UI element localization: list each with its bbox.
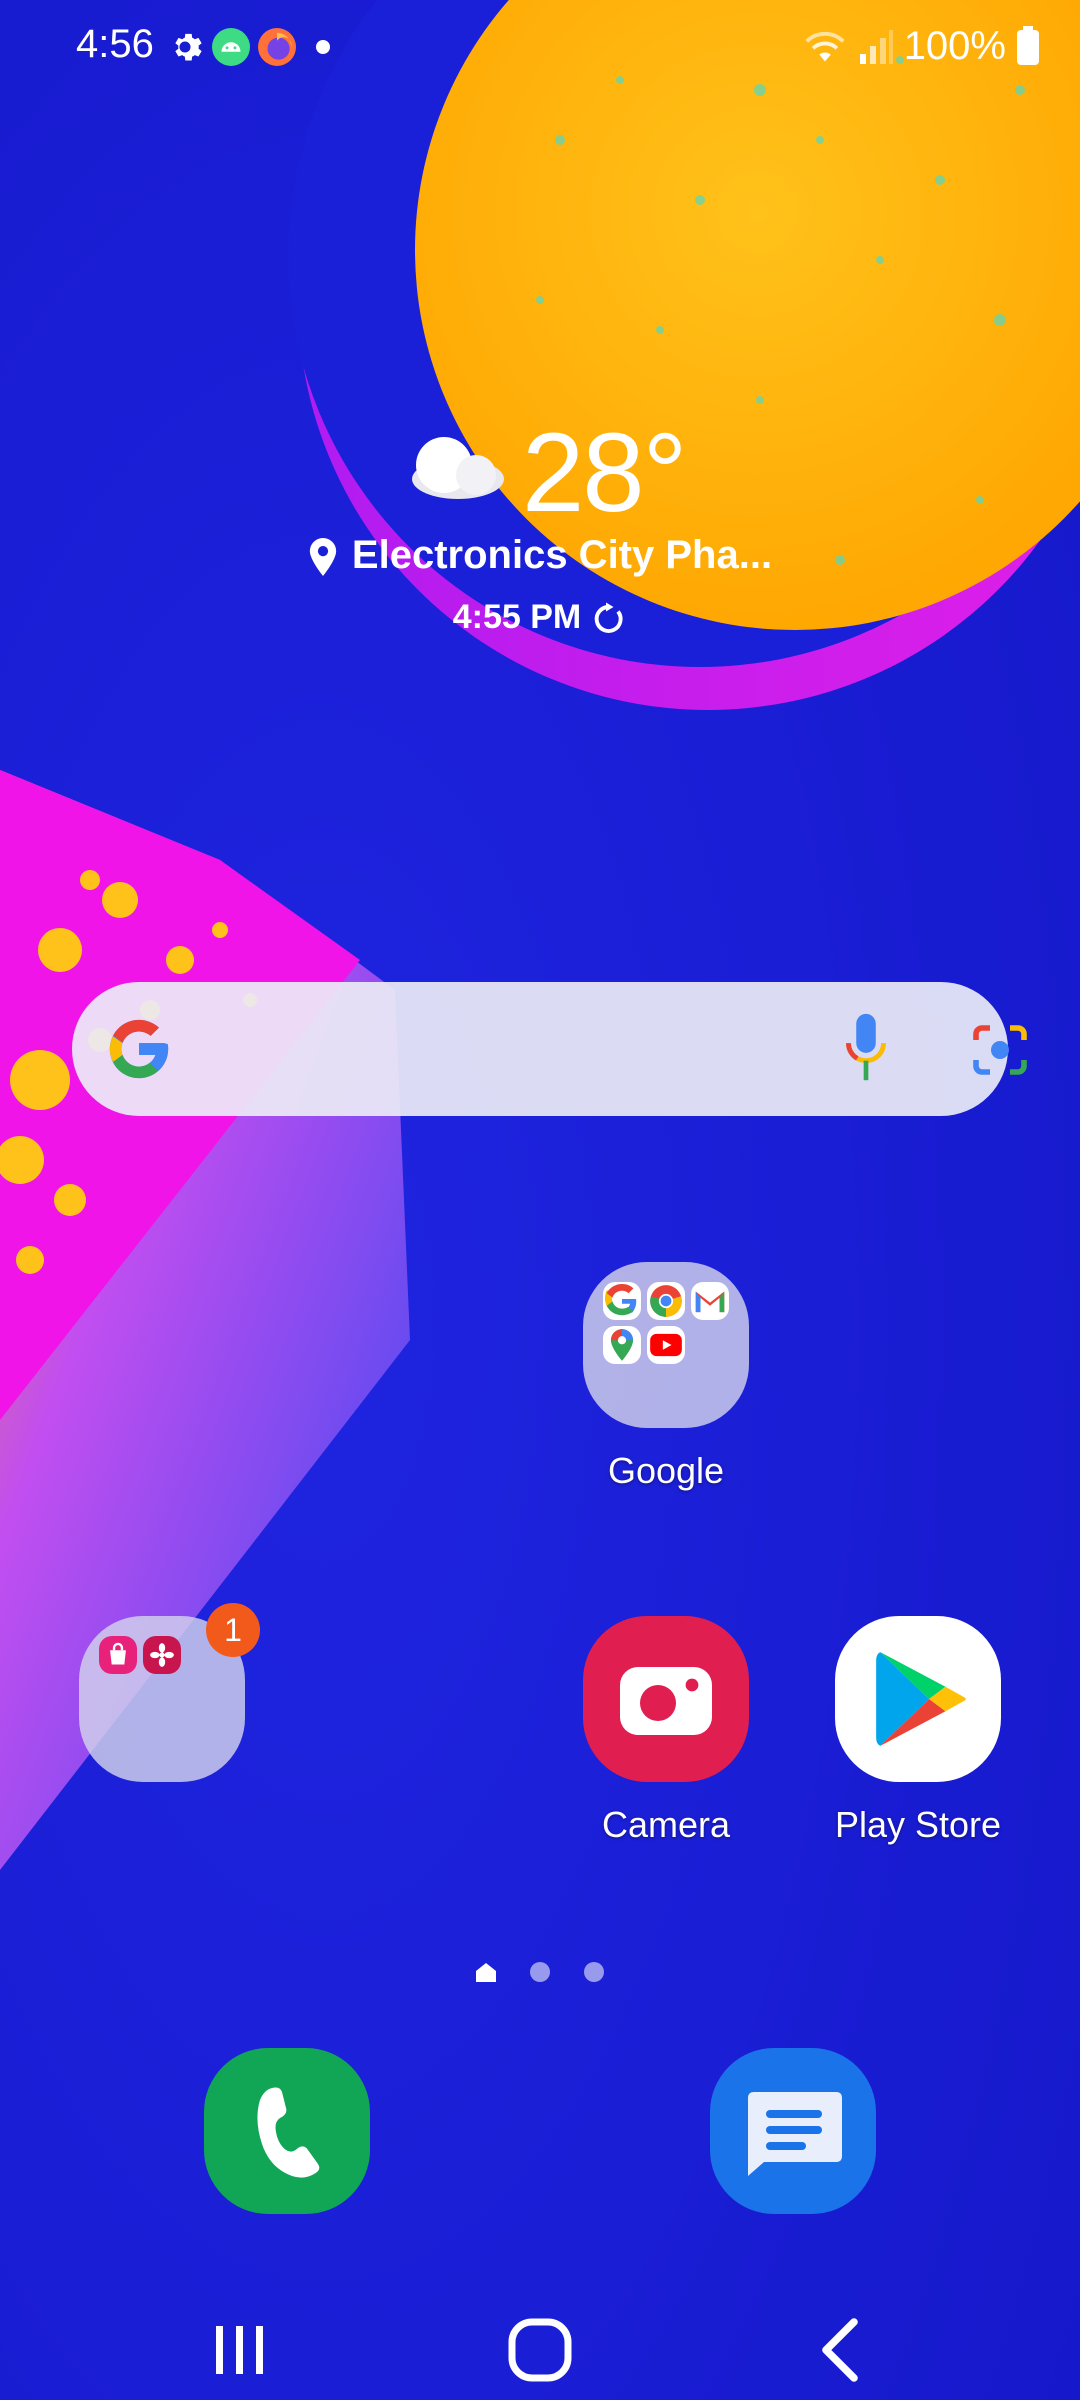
- home-page-indicator-icon: [476, 1963, 496, 1982]
- battery-icon: [1017, 26, 1039, 65]
- messages-icon: [748, 2092, 842, 2176]
- phone-icon: [257, 2087, 320, 2178]
- google-g-icon: [109, 1019, 169, 1079]
- signal-icon: [859, 30, 893, 64]
- page-indicator[interactable]: [470, 1956, 610, 1986]
- galaxy-flower-icon: [143, 1636, 181, 1674]
- status-time: 4:56: [76, 22, 154, 66]
- weather-location-text: Electronics City Pha...: [351, 533, 773, 577]
- camera-icon: [583, 1616, 749, 1782]
- status-right: 100%: [802, 18, 1040, 74]
- weather-location: Electronics City Pha...: [0, 533, 1080, 578]
- notification-dot-icon: [316, 40, 330, 54]
- home-screen: 4:56 100% 28° Electronics City Pha... 4:…: [0, 0, 1080, 2400]
- play-store-label: Play Store: [834, 1804, 1002, 1845]
- status-bar: 4:56 100%: [0, 0, 1080, 90]
- google-folder[interactable]: Google: [566, 1262, 766, 1492]
- play-store-icon: [835, 1616, 1001, 1782]
- page-dot-3: [584, 1962, 604, 1982]
- lens-icon[interactable]: [970, 1022, 1030, 1078]
- chrome-icon: [647, 1282, 685, 1320]
- recents-icon[interactable]: [200, 2310, 280, 2390]
- location-pin-icon: [309, 538, 337, 577]
- play-store-app[interactable]: Play Store: [818, 1616, 1018, 1846]
- android-icon: [212, 28, 250, 66]
- back-icon[interactable]: [802, 2310, 882, 2390]
- navigation-bar: [0, 2290, 1080, 2400]
- weather-updated-time: 4:55 PM: [452, 598, 582, 636]
- firefox-icon: [258, 28, 296, 66]
- google-icon: [603, 1282, 641, 1320]
- refresh-icon[interactable]: [591, 601, 627, 637]
- maps-icon: [603, 1326, 641, 1364]
- microphone-icon[interactable]: [842, 1010, 890, 1088]
- home-icon[interactable]: [500, 2310, 580, 2390]
- cloud-icon: [412, 437, 504, 499]
- wifi-icon: [805, 31, 845, 62]
- camera-app[interactable]: Camera: [566, 1616, 766, 1846]
- page-dot-2: [530, 1962, 550, 1982]
- folder-icon: [583, 1262, 749, 1428]
- galaxy-store-icon: [99, 1636, 137, 1674]
- phone-app[interactable]: [204, 2048, 370, 2214]
- camera-label: Camera: [601, 1804, 731, 1845]
- settings-icon: [175, 33, 202, 61]
- google-folder-label: Google: [607, 1450, 725, 1491]
- notification-badge: 1: [206, 1603, 260, 1657]
- gmail-icon: [691, 1282, 729, 1320]
- weather-temperature: 28°: [522, 410, 687, 535]
- battery-percent: 100%: [903, 23, 1006, 68]
- google-search-bar[interactable]: [72, 982, 1027, 1116]
- weather-widget[interactable]: 28° Electronics City Pha... 4:55 PM: [0, 400, 1080, 660]
- messages-app[interactable]: [710, 2048, 876, 2214]
- wallpaper: [0, 0, 1080, 2400]
- weather-updated: 4:55 PM: [0, 598, 1080, 637]
- youtube-icon: [647, 1326, 685, 1364]
